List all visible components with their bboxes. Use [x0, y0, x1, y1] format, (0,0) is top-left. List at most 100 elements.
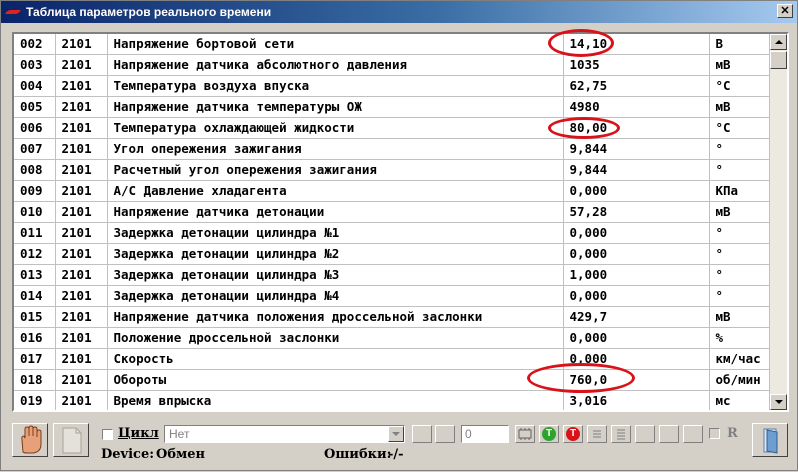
cell-unit: мВ — [709, 306, 770, 328]
exit-door-icon — [763, 428, 778, 454]
cell-unit: мВ — [709, 96, 770, 118]
list-button-2[interactable] — [611, 425, 631, 443]
cell-code: 2101 — [55, 327, 108, 349]
toolbar-button-4[interactable] — [659, 425, 679, 443]
scroll-down-button[interactable] — [770, 394, 787, 410]
cell-unit: КПа — [709, 180, 770, 202]
cell-name: Скорость — [107, 348, 564, 370]
cell-name: Температура охлаждающей жидкости — [107, 117, 564, 139]
table-row[interactable]: 014 2101 Задержка детонации цилиндра №4 0,0… — [14, 285, 770, 307]
cell-code: 2101 — [55, 285, 108, 307]
cell-value: 1035 — [563, 54, 710, 76]
cell-value: 62,75 — [563, 75, 710, 97]
close-button[interactable]: ✕ — [777, 4, 793, 18]
cell-value: 0,000 — [563, 327, 710, 349]
cell-num: 011 — [14, 222, 56, 244]
cell-unit: ° — [709, 285, 770, 307]
table-row[interactable]: 010 2101 Напряжение датчика детонации 57,28… — [14, 201, 770, 223]
main-window: Таблица параметров реального времени ✕ 0… — [0, 0, 798, 471]
cell-code: 2101 — [55, 390, 108, 410]
cell-name: Напряжение датчика положения дроссельной… — [107, 306, 564, 328]
cell-name: Задержка детонации цилиндра №1 — [107, 222, 564, 244]
table-row[interactable]: 019 2101 Время впрыска 3,016 мс — [14, 390, 770, 410]
cell-code: 2101 — [55, 348, 108, 370]
toolbar-button-5[interactable] — [683, 425, 703, 443]
title-bar[interactable]: Таблица параметров реального времени ✕ — [1, 1, 797, 23]
errors-status: -/- — [388, 447, 404, 462]
r-label: R — [727, 426, 738, 441]
cell-code: 2101 — [55, 54, 108, 76]
table-row[interactable]: 016 2101 Положение дроссельной заслонки 0,0… — [14, 327, 770, 349]
mode-select[interactable]: Нет — [164, 425, 405, 443]
document-icon — [62, 427, 82, 454]
r-checkbox[interactable] — [709, 428, 720, 439]
table-row[interactable]: 008 2101 Расчетный угол опережения зажиган… — [14, 159, 770, 181]
cell-name: Задержка детонации цилиндра №3 — [107, 264, 564, 286]
table-row[interactable]: 005 2101 Напряжение датчика температуры ОЖ… — [14, 96, 770, 118]
cell-value: 429,7 — [563, 306, 710, 328]
cell-value: 80,00 — [563, 117, 710, 139]
table-row[interactable]: 018 2101 Обороты 760,0 об/мин — [14, 369, 770, 391]
hand-icon — [21, 425, 42, 454]
cycle-label: Цикл — [118, 426, 159, 441]
table-row[interactable]: 013 2101 Задержка детонации цилиндра №3 1,0… — [14, 264, 770, 286]
table-row[interactable]: 007 2101 Угол опережения зажигания 9,844 ° — [14, 138, 770, 160]
table-row[interactable]: 015 2101 Напряжение датчика положения дрос… — [14, 306, 770, 328]
cell-unit: ° — [709, 159, 770, 181]
cell-name: Напряжение датчика абсолютного давления — [107, 54, 564, 76]
toolbar-button-3[interactable] — [635, 425, 655, 443]
cell-unit: ° — [709, 222, 770, 244]
cell-name: Обороты — [107, 369, 564, 391]
cell-num: 019 — [14, 390, 56, 410]
table-row[interactable]: 006 2101 Температура охлаждающей жидкости 8… — [14, 117, 770, 139]
cell-name: Задержка детонации цилиндра №2 — [107, 243, 564, 265]
cycle-checkbox[interactable] — [102, 429, 113, 440]
cell-unit: мВ — [709, 54, 770, 76]
mode-select-value: Нет — [169, 427, 190, 441]
scroll-thumb[interactable] — [770, 51, 787, 69]
cell-code: 2101 — [55, 117, 108, 139]
table-row[interactable]: 009 2101 А/С Давление хладагента 0,000 КПа — [14, 180, 770, 202]
green-t-button[interactable]: T — [539, 425, 559, 443]
cell-name: А/С Давление хладагента — [107, 180, 564, 202]
red-t-button[interactable]: T — [563, 425, 583, 443]
list-button-1[interactable] — [587, 425, 607, 443]
ecu-button[interactable] — [515, 425, 535, 443]
cell-unit: °C — [709, 117, 770, 139]
toolbar-button-1[interactable] — [412, 425, 432, 443]
table-row[interactable]: 011 2101 Задержка детонации цилиндра №1 0,0… — [14, 222, 770, 244]
cell-unit: мВ — [709, 201, 770, 223]
document-button[interactable] — [53, 423, 89, 457]
cell-name: Расчетный угол опережения зажигания — [107, 159, 564, 181]
cell-name: Задержка детонации цилиндра №4 — [107, 285, 564, 307]
cell-num: 018 — [14, 369, 56, 391]
table-row[interactable]: 004 2101 Температура воздуха впуска 62,75 °C — [14, 75, 770, 97]
cell-code: 2101 — [55, 180, 108, 202]
toolbar-button-2[interactable] — [435, 425, 455, 443]
exit-button[interactable] — [752, 423, 788, 457]
cell-unit: ° — [709, 264, 770, 286]
app-logo-icon — [6, 7, 20, 17]
vertical-scrollbar[interactable] — [770, 34, 787, 410]
stop-hand-button[interactable] — [12, 423, 48, 457]
cell-code: 2101 — [55, 264, 108, 286]
cell-value: 0,000 — [563, 243, 710, 265]
device-status: Обмен — [156, 447, 206, 462]
table-row[interactable]: 002 2101 Напряжение бортовой сети 14,10 В — [14, 34, 770, 55]
cell-num: 002 — [14, 34, 56, 55]
table-row[interactable]: 003 2101 Напряжение датчика абсолютного да… — [14, 54, 770, 76]
number-input[interactable]: 0 — [461, 425, 509, 443]
cell-num: 015 — [14, 306, 56, 328]
scroll-up-button[interactable] — [770, 34, 787, 50]
cell-num: 007 — [14, 138, 56, 160]
table-row[interactable]: 017 2101 Скорость 0,000 км/час — [14, 348, 770, 370]
cell-value: 9,844 — [563, 159, 710, 181]
window-title: Таблица параметров реального времени — [26, 5, 272, 19]
cell-unit: % — [709, 327, 770, 349]
cell-name: Время впрыска — [107, 390, 564, 410]
chevron-down-icon[interactable] — [388, 426, 404, 442]
table-row[interactable]: 012 2101 Задержка детонации цилиндра №2 0,0… — [14, 243, 770, 265]
cell-num: 004 — [14, 75, 56, 97]
cell-num: 014 — [14, 285, 56, 307]
chip-icon — [518, 428, 532, 440]
